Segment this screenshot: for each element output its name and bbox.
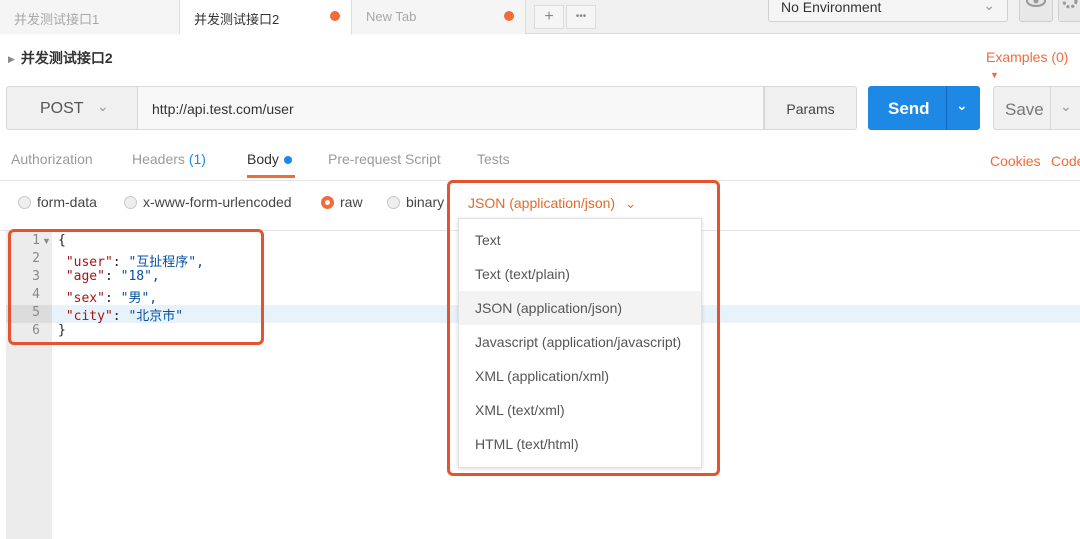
new-tab-button[interactable]: + (534, 5, 564, 29)
code-link[interactable]: Code (1051, 153, 1080, 169)
manage-environments-button[interactable] (1058, 0, 1080, 22)
radio-x-www-form-urlencoded[interactable]: x-www-form-urlencoded (124, 194, 292, 210)
send-label: Send (888, 99, 930, 118)
radio-circle-icon (124, 196, 137, 209)
url-value: http://api.test.com/user (152, 101, 294, 117)
environment-quick-look-button[interactable] (1019, 0, 1053, 22)
tab-authorization[interactable]: Authorization (11, 151, 93, 167)
radio-selected-icon (321, 196, 334, 209)
tab-label: Authorization (11, 151, 93, 167)
examples-label: Examples (0) (986, 49, 1069, 65)
plus-icon: + (544, 8, 554, 25)
radio-circle-icon (18, 196, 31, 209)
active-tab-underline (247, 175, 295, 178)
method-value: POST (40, 100, 84, 117)
send-divider (946, 86, 947, 130)
save-button[interactable]: Save ⌄ (993, 86, 1080, 130)
eye-icon (1026, 0, 1046, 7)
more-icon: ••• (575, 11, 587, 22)
params-label: Params (786, 101, 835, 117)
tab-pre-request-script[interactable]: Pre-request Script (328, 151, 441, 167)
unsaved-dot-icon (504, 11, 514, 21)
tab-item[interactable]: New Tab (352, 0, 526, 34)
radio-binary[interactable]: binary (387, 194, 444, 210)
send-button[interactable]: Send ⌄ (868, 86, 980, 130)
cookies-link[interactable]: Cookies (990, 153, 1041, 169)
save-label: Save (1005, 100, 1044, 119)
caret-right-icon: ▶ (8, 53, 15, 64)
tab-bar: 并发测试接口1 并发测试接口2 New Tab + ••• No Environ… (0, 0, 1080, 35)
method-select[interactable]: POST ⌄ (6, 86, 138, 130)
caret-down-icon: ▼ (990, 70, 999, 80)
tab-label: 并发测试接口1 (14, 12, 100, 27)
highlight-frame-body (8, 229, 264, 345)
url-input[interactable]: http://api.test.com/user (138, 86, 764, 130)
radio-label: raw (340, 194, 363, 210)
tab-label: Pre-request Script (328, 151, 441, 167)
chevron-down-icon[interactable]: ⌄ (1060, 98, 1072, 115)
tab-tests[interactable]: Tests (477, 151, 510, 167)
chevron-down-icon[interactable]: ⌄ (956, 97, 968, 114)
radio-label: x-www-form-urlencoded (143, 194, 292, 210)
save-divider (1050, 87, 1051, 129)
headers-count-badge: (1) (188, 151, 206, 167)
environment-value: No Environment (781, 0, 882, 15)
code-label: Code (1051, 153, 1080, 169)
chevron-down-icon: ⌄ (97, 98, 109, 114)
request-name[interactable]: ▶ 并发测试接口2 (8, 48, 113, 68)
radio-circle-icon (387, 196, 400, 209)
body-indicator-dot-icon (283, 156, 292, 165)
unsaved-dot-icon (330, 11, 340, 21)
chevron-down-icon: ⌄ (983, 0, 995, 13)
radio-raw[interactable]: raw (321, 194, 363, 210)
examples-dropdown[interactable]: Examples (0) ▼ (986, 49, 1080, 81)
gear-icon (1062, 0, 1078, 9)
highlight-frame-content-type (447, 180, 720, 476)
tab-body[interactable]: Body (247, 151, 292, 167)
request-name-text: 并发测试接口2 (20, 50, 113, 66)
cookies-label: Cookies (990, 153, 1041, 169)
tab-item-active[interactable]: 并发测试接口2 (180, 0, 352, 35)
radio-label: binary (406, 194, 445, 210)
tab-label: Body (247, 151, 279, 167)
tab-label: Headers (132, 151, 185, 167)
tab-item[interactable]: 并发测试接口1 (0, 0, 180, 34)
radio-form-data[interactable]: form-data (18, 194, 97, 210)
tab-label: 并发测试接口2 (194, 12, 280, 27)
params-button[interactable]: Params (764, 86, 857, 130)
tab-label: Tests (477, 151, 510, 167)
environment-select[interactable]: No Environment ⌄ (768, 0, 1008, 22)
tab-headers[interactable]: Headers (1) (132, 151, 206, 167)
tab-options-button[interactable]: ••• (566, 5, 596, 29)
radio-label: form-data (37, 194, 97, 210)
tab-label: New Tab (366, 9, 417, 24)
